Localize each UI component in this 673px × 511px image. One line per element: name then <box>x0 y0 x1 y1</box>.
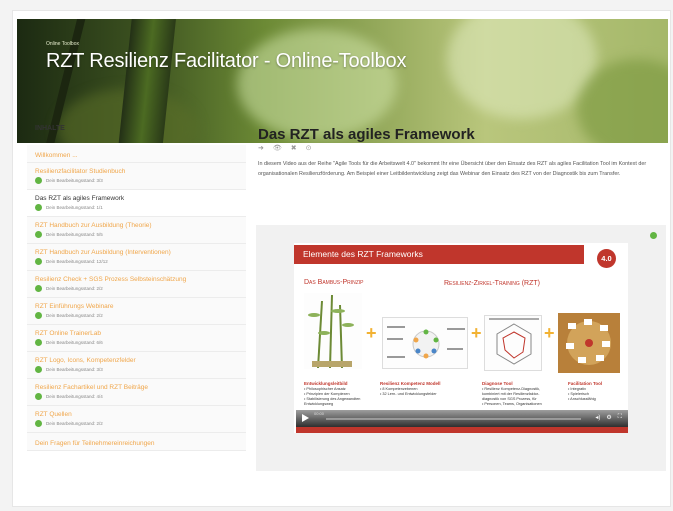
view-icon[interactable]: 👁 <box>273 144 282 152</box>
slide-column-title: Facilitation Tool <box>568 381 603 386</box>
check-icon <box>35 420 42 427</box>
check-icon <box>35 393 42 400</box>
sidebar-item-label: RZT Handbuch zur Ausbildung (Interventio… <box>35 249 171 256</box>
completion-status: Dein Bearbeitungsstand: 5/5 <box>35 231 238 238</box>
check-icon <box>35 312 42 319</box>
slide-title: Elemente des RZT Frameworks <box>303 249 423 259</box>
completion-status: Dein Bearbeitungsstand: 2/2 <box>35 420 238 427</box>
check-icon <box>35 258 42 265</box>
sidebar-item-label: RZT Quellen <box>35 411 72 418</box>
settings-icon[interactable]: ⚙ <box>606 414 611 421</box>
sidebar-item[interactable]: RZT Quellen Dein Bearbeitungsstand: 2/2 <box>27 406 246 433</box>
share-icon[interactable]: ➜ <box>258 144 264 152</box>
settings-icon[interactable]: ⊙ <box>306 144 312 152</box>
sidebar-item[interactable]: RZT Online TrainerLab Dein Bearbeitungsst… <box>27 325 246 352</box>
play-icon[interactable] <box>302 414 309 422</box>
page-title: Das RZT als agiles Framework <box>258 126 475 143</box>
check-icon <box>35 285 42 292</box>
plus-icon: + <box>471 323 482 343</box>
check-icon <box>35 177 42 184</box>
completion-status-text: Dein Bearbeitungsstand: 2/2 <box>46 421 103 426</box>
sidebar-item-label: RZT Handbuch zur Ausbildung (Theorie) <box>35 222 152 229</box>
sidebar-item[interactable]: Resilienz Fachartikel und RZT Beiträge De… <box>27 379 246 406</box>
hero-title: RZT Resilienz Facilitator - Online-Toolb… <box>46 50 407 72</box>
sidebar-item[interactable]: Resilienzfacilitator Studienbuch Dein Bea… <box>27 163 246 190</box>
lesson-description: In diesem Video aus der Reihe "Agile Too… <box>258 161 647 177</box>
completion-status: Dein Bearbeitungsstand: 2/2 <box>35 285 238 292</box>
video-controls: 00:00 ◂) ⚙ ⛶ <box>296 410 628 427</box>
completion-status-text: Dein Bearbeitungsstand: 12/12 <box>46 259 108 264</box>
slide-column-item: • Personen, Teams, Organisationen <box>482 402 542 406</box>
sidebar-heading: INHALTE <box>35 125 65 132</box>
hero-kicker: Online Toolbox <box>46 41 79 47</box>
plus-icon: + <box>366 323 377 343</box>
sidebar-item[interactable]: Dein Fragen für Teilnehmereinreichungen <box>27 433 246 451</box>
completion-status-text: Dein Bearbeitungsstand: 4/4 <box>46 394 103 399</box>
slide-column-title: Resilienz Kompetenz Modell <box>380 381 441 386</box>
video-player[interactable]: Elemente des RZT Frameworks 4.0 Das Bamb… <box>294 243 628 433</box>
completion-status-text: Dein Bearbeitungsstand: 6/6 <box>46 340 103 345</box>
completed-indicator-icon <box>650 232 657 239</box>
sidebar-item[interactable]: RZT Einführungs Webinare Dein Bearbeitung… <box>27 298 246 325</box>
check-icon <box>35 339 42 346</box>
completion-status: Dein Bearbeitungsstand: 2/2 <box>35 312 238 319</box>
slide-column-item: • Anschlussfähig <box>568 397 596 401</box>
sidebar-item-label: Das RZT als agiles Framework <box>35 195 125 202</box>
completion-status-text: Dein Bearbeitungsstand: 3/3 <box>46 178 103 183</box>
slide-badge: 4.0 <box>597 249 616 268</box>
sidebar-item-label: Willkommen ... <box>35 152 78 159</box>
share-toolbar: ➜ 👁 ✖ ⊙ <box>258 144 312 152</box>
sidebar-item-label: Resilienz Check + SGS Prozess Selbsteins… <box>35 276 187 283</box>
completion-status: Dein Bearbeitungsstand: 3/3 <box>35 366 238 373</box>
competence-model-image <box>382 317 468 369</box>
completion-status: Dein Bearbeitungsstand: 1/1 <box>35 204 238 211</box>
check-icon <box>35 366 42 373</box>
completion-status-text: Dein Bearbeitungsstand: 2/2 <box>46 313 103 318</box>
diagnose-tool-image <box>484 315 542 371</box>
sidebar-item[interactable]: Resilienz Check + SGS Prozess Selbsteins… <box>27 271 246 298</box>
sidebar-item-label: RZT Online TrainerLab <box>35 330 101 337</box>
sidebar-item[interactable]: RZT Handbuch zur Ausbildung (Interventio… <box>27 244 246 271</box>
check-icon <box>35 204 42 211</box>
video-time: 00:00 <box>314 411 325 416</box>
slide-column-list: • Resilienz Kompetenz-Diagnostik, kombin… <box>482 387 542 407</box>
fullscreen-icon[interactable]: ⛶ <box>618 414 622 421</box>
slide-footer <box>296 427 628 433</box>
close-icon[interactable]: ✖ <box>291 144 297 152</box>
sidebar-item-label: Resilienzfacilitator Studienbuch <box>35 168 126 175</box>
sidebar-item-label: Dein Fragen für Teilnehmereinreichungen <box>35 440 155 447</box>
completion-status-text: Dein Bearbeitungsstand: 1/1 <box>46 205 103 210</box>
sidebar-item[interactable]: Das RZT als agiles Framework Dein Bearbei… <box>27 190 246 217</box>
sidebar-item[interactable]: Willkommen ... <box>27 145 246 163</box>
completion-status-text: Dein Bearbeitungsstand: 2/2 <box>46 286 103 291</box>
facilitation-cards-image <box>558 313 620 373</box>
slide-subtitle-left: Das Bambus-Prinzip <box>304 279 364 286</box>
plus-icon: + <box>544 323 555 343</box>
sidebar-item[interactable]: RZT Handbuch zur Ausbildung (Theorie) Dei… <box>27 217 246 244</box>
sidebar-item[interactable]: RZT Logo, Icons, Kompetenzfelder Dein Bea… <box>27 352 246 379</box>
completion-status: Dein Bearbeitungsstand: 3/3 <box>35 177 238 184</box>
slide-subtitle-right: Resilienz-Zirkel-Training (RZT) <box>444 280 540 287</box>
slide-column-title: Diagnose Tool <box>482 381 513 386</box>
completion-status: Dein Bearbeitungsstand: 12/12 <box>35 258 238 265</box>
bamboo-illustration <box>304 293 362 369</box>
slide-column-item: Entwicklungsweg <box>304 402 334 406</box>
completion-status-text: Dein Bearbeitungsstand: 5/5 <box>46 232 103 237</box>
slide-column-list: • Philosophischer Ansatz • Prinzipien der… <box>304 387 360 407</box>
hero-banner <box>17 19 668 143</box>
completion-status: Dein Bearbeitungsstand: 6/6 <box>35 339 238 346</box>
slide-column-list: • Integrativ • Spielerisch • Anschlussfähi… <box>568 387 596 402</box>
volume-icon[interactable]: ◂) <box>595 414 600 421</box>
sidebar-item-label: Resilienz Fachartikel und RZT Beiträge <box>35 384 148 391</box>
sidebar-item-label: RZT Einführungs Webinare <box>35 303 114 310</box>
video-progress-bar[interactable] <box>326 418 581 420</box>
check-icon <box>35 231 42 238</box>
slide-column-list: • 8 Kompetenzebenen • 32 Lern- und Entwic… <box>380 387 437 397</box>
sidebar-nav: Willkommen ... Resilienzfacilitator Studi… <box>27 145 246 451</box>
slide-column-title: Entwicklungsleitbild <box>304 381 348 386</box>
completion-status-text: Dein Bearbeitungsstand: 3/3 <box>46 367 103 372</box>
completion-status: Dein Bearbeitungsstand: 4/4 <box>35 393 238 400</box>
slide-column-item: • 32 Lern- und Entwicklungsfelder <box>380 392 437 396</box>
sidebar-item-label: RZT Logo, Icons, Kompetenzfelder <box>35 357 136 364</box>
